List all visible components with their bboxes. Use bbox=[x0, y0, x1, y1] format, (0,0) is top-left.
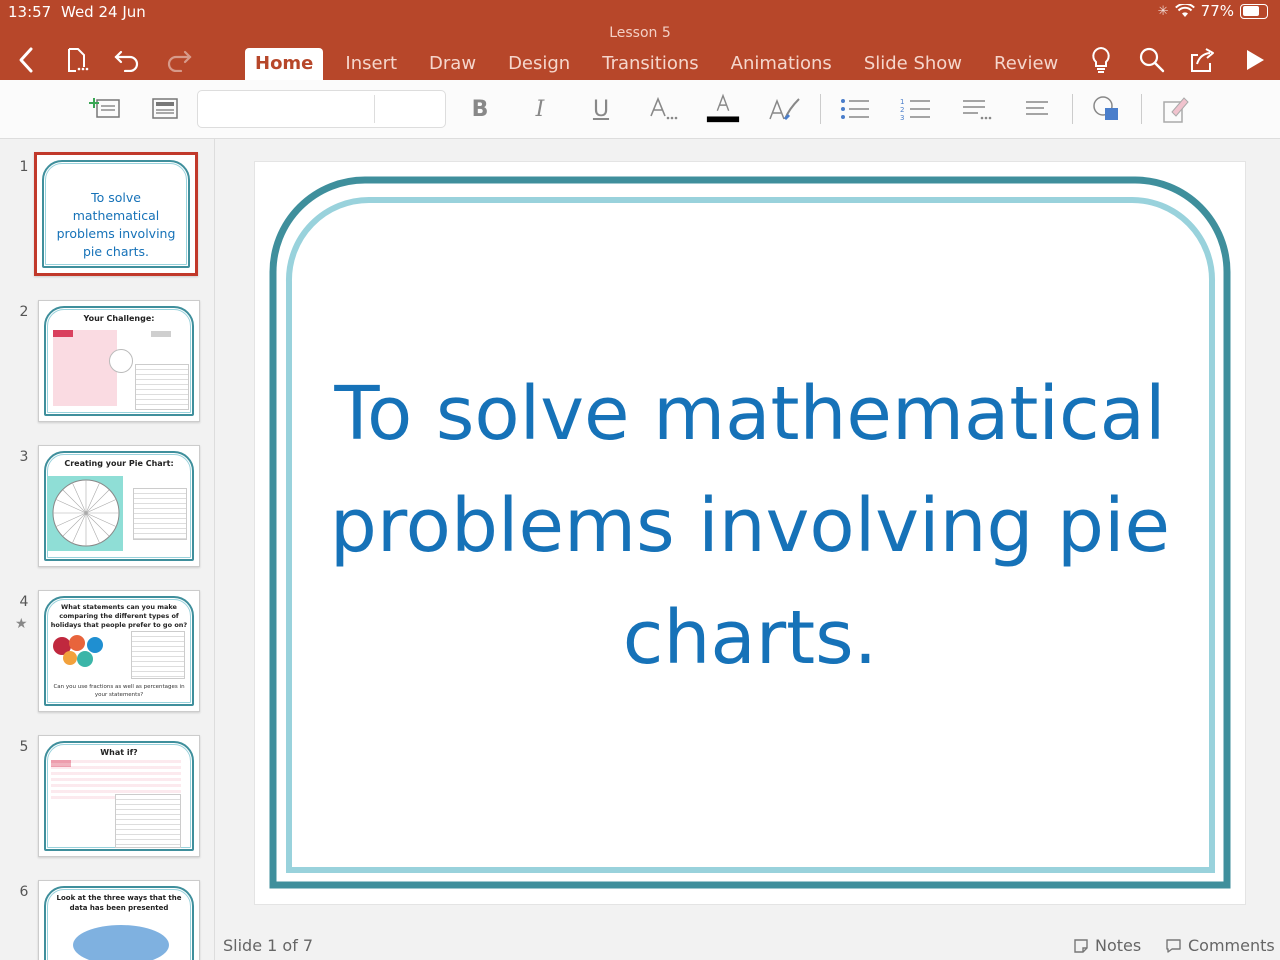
lightbulb-icon[interactable] bbox=[1085, 44, 1117, 76]
bullets-icon[interactable] bbox=[837, 92, 873, 126]
comments-button[interactable]: Comments bbox=[1165, 936, 1275, 955]
svg-text:3: 3 bbox=[900, 114, 904, 122]
slide-thumbnail-6[interactable]: Look at the three ways that the data has… bbox=[38, 880, 200, 960]
font-size-icon[interactable] bbox=[646, 92, 682, 126]
comments-label: Comments bbox=[1188, 936, 1275, 955]
undo-icon[interactable] bbox=[111, 44, 143, 76]
tab-slide-show[interactable]: Slide Show bbox=[854, 48, 972, 80]
font-color-icon[interactable] bbox=[705, 90, 741, 124]
font-name-field[interactable] bbox=[197, 90, 446, 128]
slide-thumbnail-1[interactable]: To solve mathematical problems involving… bbox=[34, 152, 198, 276]
italic-button[interactable]: I bbox=[522, 92, 558, 126]
slide-thumbnail-2[interactable]: Your Challenge: bbox=[38, 300, 200, 422]
slide-title-line: charts. bbox=[622, 595, 878, 681]
divider bbox=[1141, 94, 1142, 124]
new-slide-icon[interactable] bbox=[86, 92, 122, 126]
status-time: 13:57 bbox=[8, 3, 52, 21]
thumbnail-title: What statements can you make comparing t… bbox=[50, 603, 188, 629]
slide-thumbnail-3[interactable]: Creating your Pie Chart: bbox=[38, 445, 200, 567]
thumbnail-number: 4 bbox=[19, 594, 29, 610]
thumbnail-title: Look at the three ways that the data has… bbox=[56, 894, 182, 912]
slide-counter: Slide 1 of 7 bbox=[223, 936, 314, 955]
activity-icon: ✳ bbox=[1157, 3, 1169, 19]
redo-icon[interactable] bbox=[163, 44, 195, 76]
title-bar: 13:57 Wed 24 Jun ✳ 77% Lesson 5 Home Inse… bbox=[0, 0, 1280, 80]
thumbnail-title: Creating your Pie Chart: bbox=[64, 459, 174, 468]
notes-button[interactable]: Notes bbox=[1073, 936, 1141, 955]
underline-button[interactable]: U bbox=[583, 92, 619, 126]
tab-home[interactable]: Home bbox=[245, 48, 324, 80]
share-icon[interactable] bbox=[1186, 44, 1218, 76]
tab-animations[interactable]: Animations bbox=[721, 48, 842, 80]
slide-title-line: problems involving pie bbox=[329, 483, 1171, 569]
thumbnail-number: 2 bbox=[19, 304, 29, 320]
text-effects-icon[interactable] bbox=[767, 92, 803, 126]
status-date: Wed 24 Jun bbox=[61, 3, 146, 21]
slide-thumbnail-5[interactable]: What if? bbox=[38, 735, 200, 857]
divider bbox=[820, 94, 821, 124]
back-icon[interactable] bbox=[10, 44, 42, 76]
divider bbox=[1072, 94, 1073, 124]
battery-percent: 77% bbox=[1200, 2, 1234, 20]
battery-icon bbox=[1240, 3, 1268, 19]
bottom-status-bar: Slide 1 of 7 Notes Comments bbox=[215, 925, 1280, 960]
bold-button[interactable]: B bbox=[462, 92, 498, 126]
notes-icon bbox=[1074, 938, 1088, 953]
thumbnail-title: Your Challenge: bbox=[83, 314, 155, 323]
tab-transitions[interactable]: Transitions bbox=[592, 48, 708, 80]
star-icon: ★ bbox=[15, 616, 28, 632]
thumbnail-title: To solve mathematical problems involving… bbox=[56, 190, 176, 259]
ribbon-tabs: Home Insert Draw Design Transitions Animation… bbox=[245, 48, 1080, 80]
layout-icon[interactable] bbox=[147, 92, 183, 126]
tab-insert[interactable]: Insert bbox=[335, 48, 407, 80]
notes-label: Notes bbox=[1095, 936, 1142, 955]
search-icon[interactable] bbox=[1136, 44, 1168, 76]
document-title[interactable]: Lesson 5 bbox=[0, 25, 1280, 41]
svg-text:2: 2 bbox=[900, 106, 904, 114]
align-left-icon[interactable] bbox=[1020, 92, 1056, 126]
shapes-icon[interactable] bbox=[1088, 92, 1124, 126]
play-slideshow-icon[interactable] bbox=[1239, 44, 1271, 76]
numbering-icon[interactable]: 123 bbox=[898, 92, 934, 126]
thumbnail-footer: Can you use fractions as well as percent… bbox=[53, 684, 185, 698]
tab-review[interactable]: Review bbox=[984, 48, 1068, 80]
slide-thumbnail-panel[interactable]: 1 To solve mathematical problems involvi… bbox=[0, 139, 215, 960]
thumbnail-number: 6 bbox=[19, 884, 29, 900]
comment-icon bbox=[1166, 938, 1181, 953]
slide-editor[interactable]: To solve mathematical problems involving… bbox=[215, 139, 1280, 919]
ribbon-toolbar: B I U 123 bbox=[0, 80, 1280, 139]
thumbnail-number: 1 bbox=[19, 159, 29, 175]
current-slide[interactable]: To solve mathematical problems involving… bbox=[254, 161, 1246, 905]
tab-design[interactable]: Design bbox=[498, 48, 580, 80]
slide-thumbnail-4[interactable]: What statements can you make comparing t… bbox=[38, 590, 200, 712]
svg-text:1: 1 bbox=[900, 98, 904, 106]
thumbnail-number: 3 bbox=[19, 449, 29, 465]
tab-draw[interactable]: Draw bbox=[419, 48, 486, 80]
thumbnail-title: What if? bbox=[100, 748, 138, 757]
clear-formatting-icon[interactable] bbox=[1157, 92, 1193, 126]
thumbnail-number: 5 bbox=[19, 739, 29, 755]
slide-title-line: To solve mathematical bbox=[334, 371, 1166, 457]
file-icon[interactable] bbox=[60, 44, 92, 76]
status-indicators: ✳ 77% bbox=[1158, 2, 1268, 20]
indent-options-icon[interactable] bbox=[959, 92, 995, 126]
wifi-icon bbox=[1174, 4, 1195, 17]
slide-title[interactable]: To solve mathematical problems involving… bbox=[295, 358, 1205, 694]
